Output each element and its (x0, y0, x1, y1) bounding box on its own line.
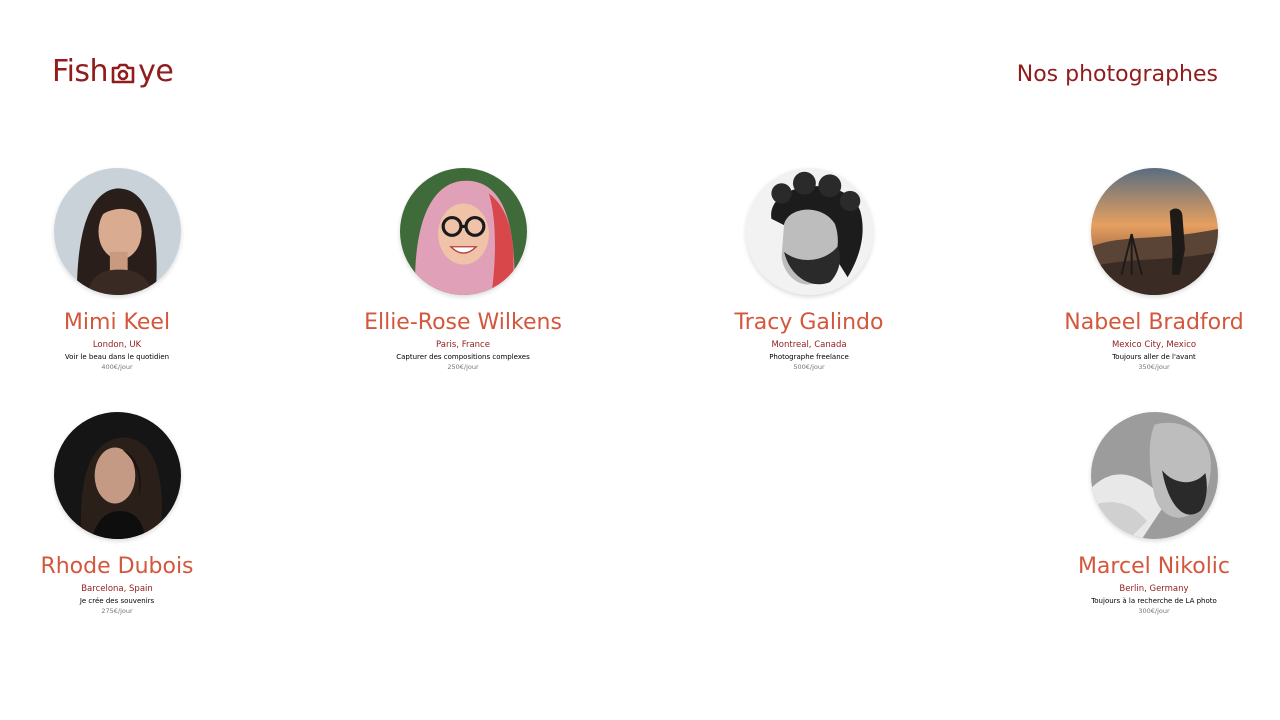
photographer-price: 300€/jour (1138, 607, 1170, 615)
photographer-price: 250€/jour (447, 363, 479, 371)
photographer-name: Nabeel Bradford (1064, 310, 1244, 335)
photographer-location: Mexico City, Mexico (1111, 340, 1197, 350)
photographer-location: Paris, France (436, 340, 490, 350)
photographer-card-marcel-nikolic[interactable]: Marcel Nikolic Berlin, Germany Toujours … (1024, 412, 1280, 616)
photographer-tagline: Photographe freelance (769, 353, 849, 361)
avatar (399, 168, 527, 295)
photographer-price: 275€/jour (101, 607, 133, 615)
avatar (1090, 412, 1218, 539)
photographer-tagline: Toujours aller de l'avant (1112, 353, 1196, 361)
photographer-name: Tracy Galindo (734, 310, 884, 335)
avatar (745, 168, 873, 295)
photographer-location: Barcelona, Spain (81, 584, 153, 594)
photographer-card-rhode-dubois[interactable]: Rhode Dubois Barcelona, Spain Je crée de… (0, 412, 247, 616)
photographer-card-tracy-galindo[interactable]: Tracy Galindo Montreal, Canada Photograp… (679, 168, 939, 372)
photographer-name: Mimi Keel (63, 310, 171, 335)
avatar (1090, 168, 1218, 295)
photographer-location: Berlin, Germany (1119, 584, 1189, 594)
photographer-card-nabeel-bradford[interactable]: Nabeel Bradford Mexico City, Mexico Touj… (1024, 168, 1280, 372)
photographer-price: 350€/jour (1138, 363, 1170, 371)
page-title: Nos photographes (1016, 62, 1218, 87)
photographer-card-mimi-keel[interactable]: Mimi Keel London, UK Voir le beau dans l… (0, 168, 247, 372)
home-logo-link[interactable]: Fish ye (52, 54, 174, 89)
photographer-name: Marcel Nikolic (1077, 554, 1231, 579)
photographer-tagline: Voir le beau dans le quotidien (64, 353, 170, 361)
photographer-tagline: Je crée des souvenirs (79, 597, 155, 605)
photographer-card-ellie-rose-wilkens[interactable]: Ellie-Rose Wilkens Paris, France Capture… (333, 168, 593, 372)
photographer-location: London, UK (92, 340, 142, 350)
photographer-price: 500€/jour (793, 363, 825, 371)
photographer-tagline: Toujours à la recherche de LA photo (1091, 597, 1217, 605)
camera-icon (109, 59, 137, 85)
photographer-name: Ellie-Rose Wilkens (364, 310, 562, 335)
avatar (53, 412, 181, 539)
avatar (53, 168, 181, 295)
photographer-location: Montreal, Canada (771, 340, 847, 350)
photographer-name: Rhode Dubois (40, 554, 194, 579)
photographer-price: 400€/jour (101, 363, 133, 371)
logo-text-left: Fish (52, 54, 109, 89)
logo-text-right: ye (138, 54, 174, 89)
photographer-tagline: Capturer des compositions complexes (396, 353, 530, 361)
